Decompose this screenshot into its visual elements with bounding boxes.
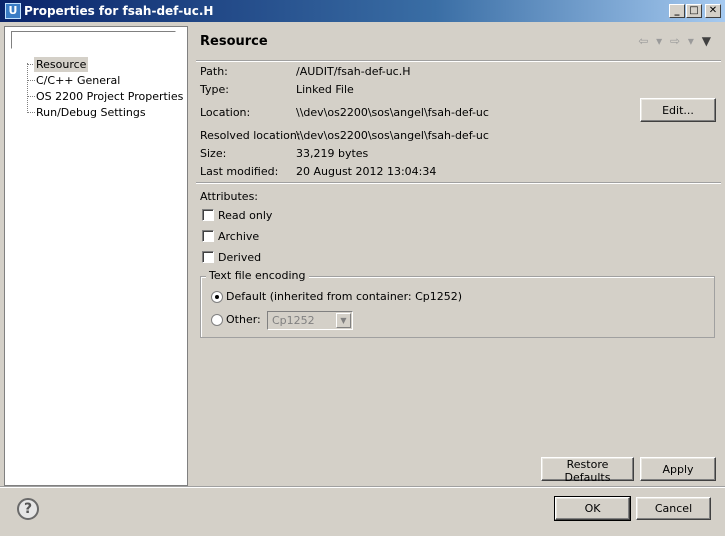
type-label: Type: (200, 83, 229, 96)
other-encoding-label: Other: (226, 313, 261, 326)
chevron-down-icon: ▼ (336, 313, 351, 328)
tree-item-run-debug-settings[interactable]: Run/Debug Settings (5, 105, 185, 121)
path-label: Path: (200, 65, 228, 78)
chevron-down-icon[interactable]: ▾ (656, 34, 662, 48)
resolved-location-label: Resolved location: (200, 129, 301, 142)
tree-item-label: OS 2200 Project Properties (36, 90, 184, 103)
dialog-button-bar: ? OK Cancel (0, 486, 725, 536)
chevron-down-icon[interactable]: ▾ (688, 34, 694, 48)
archive-label: Archive (218, 230, 260, 243)
read-only-label: Read only (218, 209, 273, 222)
view-menu-icon[interactable]: ▼ (702, 34, 711, 48)
tree-item-label: Run/Debug Settings (36, 106, 146, 119)
derived-checkbox[interactable] (202, 251, 214, 263)
encoding-select[interactable]: Cp1252 ▼ (267, 311, 353, 330)
location-value: \\dev\os2200\sos\angel\fsah-def-uc (296, 106, 489, 119)
forward-arrow-icon[interactable]: ⇨ (670, 34, 680, 48)
tree-item-label: Resource (34, 57, 89, 72)
archive-checkbox[interactable] (202, 230, 214, 242)
tree-item-resource[interactable]: Resource (5, 57, 185, 73)
tree-item-label: C/C++ General (36, 74, 121, 87)
last-modified-value: 20 August 2012 13:04:34 (296, 165, 437, 178)
encoding-select-value: Cp1252 (272, 314, 315, 327)
tree-item-os2200-project-properties[interactable]: OS 2200 Project Properties (5, 89, 185, 105)
size-label: Size: (200, 147, 227, 160)
restore-defaults-button[interactable]: Restore Defaults (541, 457, 634, 484)
page-title: Resource (200, 34, 268, 49)
apply-button[interactable]: Apply (640, 457, 716, 481)
close-button[interactable]: ✕ (705, 4, 721, 18)
navigation-pane: Resource C/C++ General OS 2200 Project P… (4, 26, 188, 486)
page-tree: Resource C/C++ General OS 2200 Project P… (5, 57, 185, 121)
read-only-checkbox[interactable] (202, 209, 214, 221)
path-value: /AUDIT/fsah-def-uc.H (296, 65, 411, 78)
resolved-location-value: \\dev\os2200\sos\angel\fsah-def-uc (296, 129, 489, 142)
attributes-heading: Attributes: (200, 190, 259, 203)
app-icon: U (5, 3, 21, 19)
tree-item-cpp-general[interactable]: C/C++ General (5, 73, 185, 89)
text-encoding-legend: Text file encoding (206, 269, 309, 282)
derived-label: Derived (218, 251, 262, 264)
default-encoding-radio[interactable] (211, 291, 223, 303)
divider (196, 182, 721, 184)
edit-button[interactable]: Edit... (640, 98, 716, 122)
type-value: Linked File (296, 83, 354, 96)
page-navigation: ⇦ ▾ ⇨ ▾ ▼ (634, 34, 711, 48)
maximize-button[interactable]: □ (686, 4, 702, 18)
help-icon[interactable]: ? (17, 498, 39, 520)
minimize-button[interactable]: _ (669, 4, 685, 18)
ok-button[interactable]: OK (554, 496, 631, 521)
cancel-button[interactable]: Cancel (636, 497, 711, 520)
other-encoding-radio[interactable] (211, 314, 223, 326)
divider (0, 486, 725, 488)
filter-input[interactable] (11, 31, 176, 49)
default-encoding-label: Default (inherited from container: Cp125… (226, 290, 463, 303)
property-page: Resource ⇦ ▾ ⇨ ▾ ▼ Path: /AUDIT/fsah-def… (190, 22, 725, 488)
last-modified-label: Last modified: (200, 165, 279, 178)
title-bar: U Properties for fsah-def-uc.H _ □ ✕ (0, 0, 725, 22)
divider (196, 60, 721, 62)
location-label: Location: (200, 106, 251, 119)
size-value: 33,219 bytes (296, 147, 369, 160)
back-arrow-icon[interactable]: ⇦ (638, 34, 648, 48)
window-title: Properties for fsah-def-uc.H (24, 4, 214, 18)
